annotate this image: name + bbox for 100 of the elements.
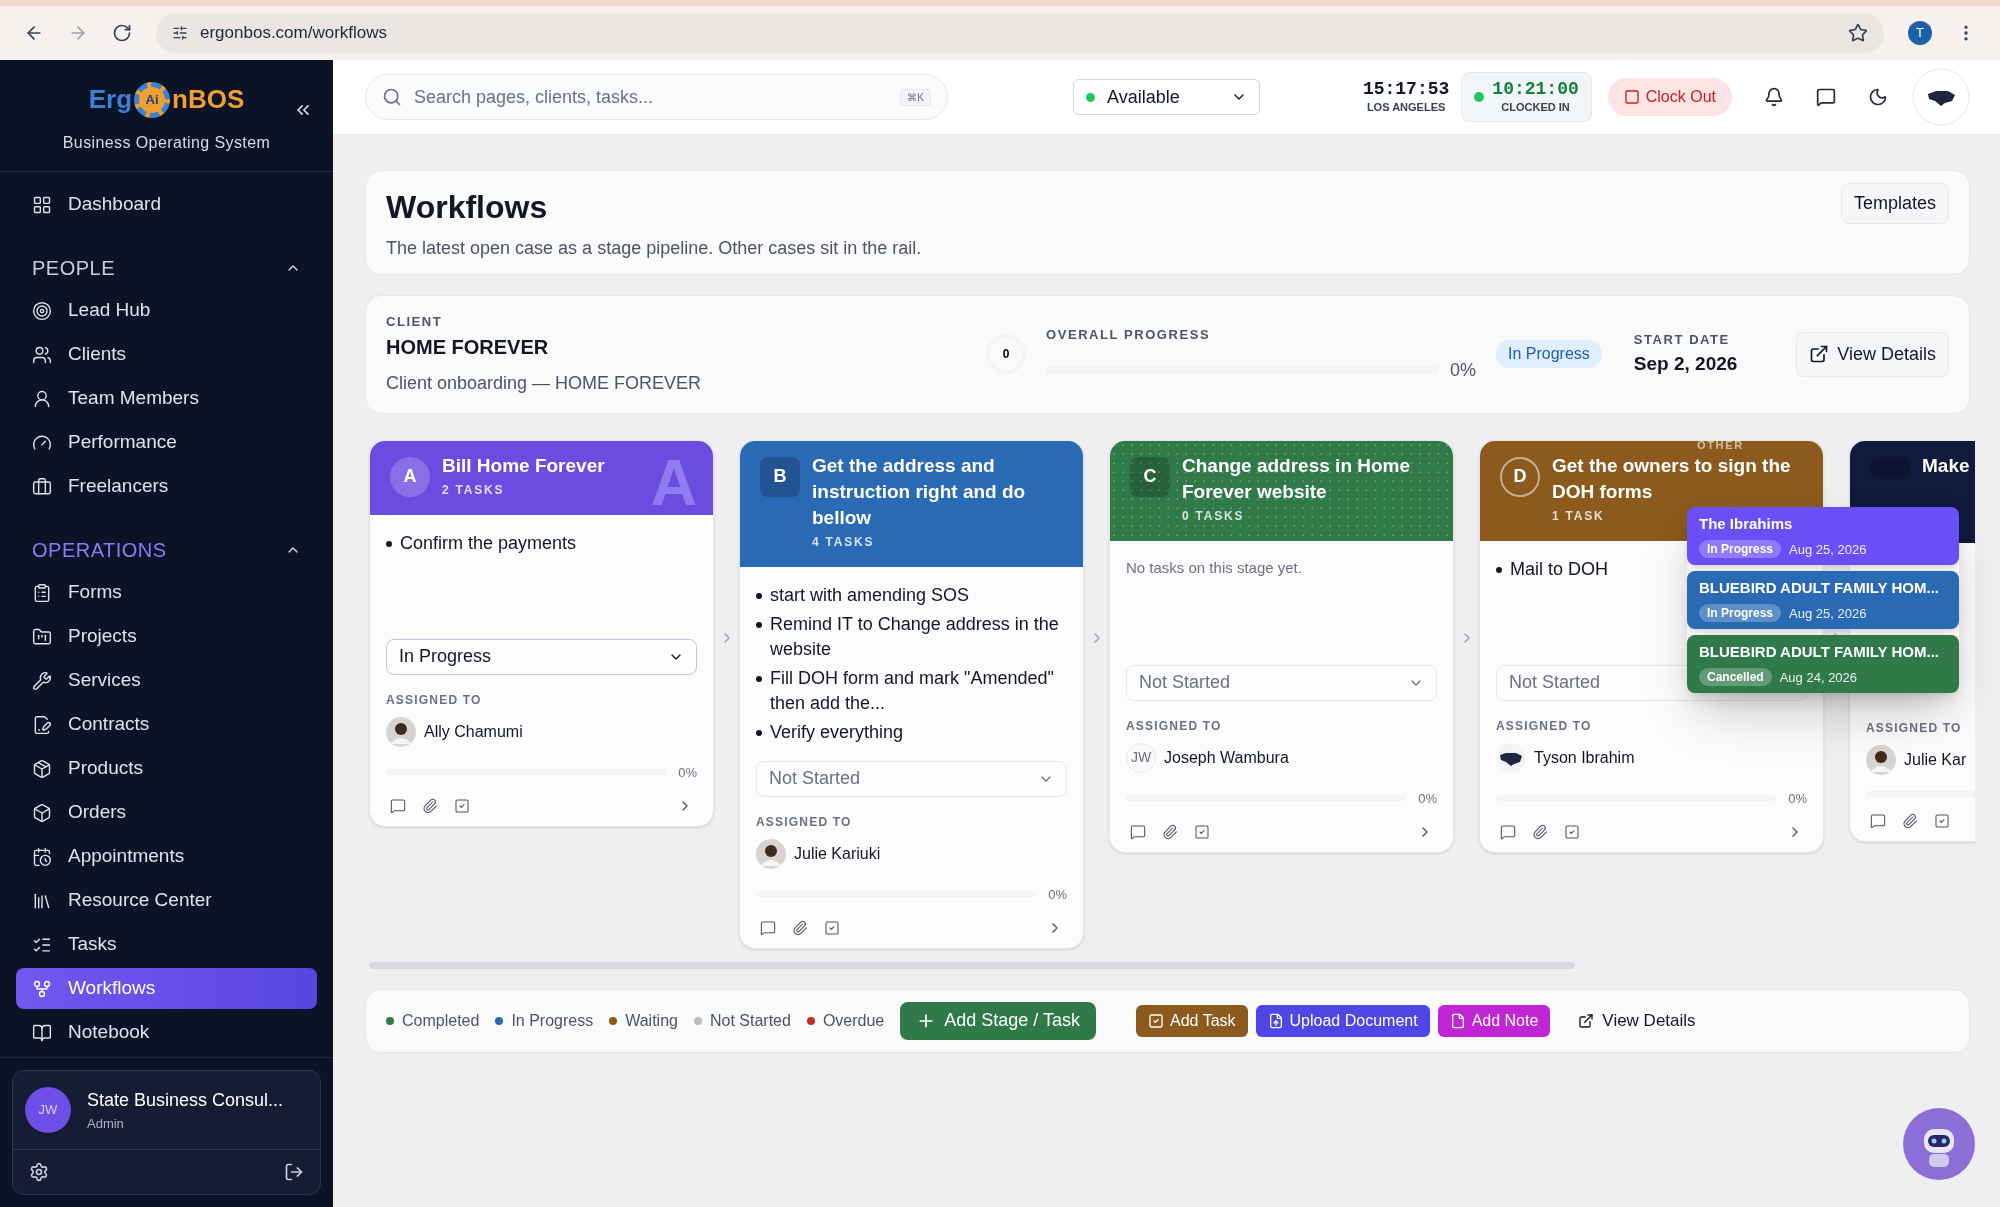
sidebar-item[interactable]: Tasks xyxy=(16,924,317,965)
user-avatar[interactable]: JW xyxy=(25,1086,71,1133)
sidebar-item[interactable]: Projects xyxy=(16,616,317,657)
address-bar[interactable]: ergonbos.com/workflows xyxy=(156,13,1884,53)
settings-icon[interactable] xyxy=(29,1162,49,1182)
timer-label: CLOCKED IN xyxy=(1501,99,1570,115)
task-item[interactable]: Remind IT to Change address in the website xyxy=(770,611,1067,662)
status-select[interactable]: In Progress xyxy=(386,638,697,675)
comment-icon xyxy=(1500,824,1516,840)
sidebar-item[interactable]: Lead Hub xyxy=(16,290,317,331)
profile-avatar[interactable]: T xyxy=(1908,21,1932,45)
status-select[interactable]: Not Started xyxy=(1126,664,1437,701)
nav-icon xyxy=(32,300,52,321)
legend-label: In Progress xyxy=(511,1010,594,1031)
checkbox-icon xyxy=(1194,824,1210,840)
stage-letter: A xyxy=(390,456,430,497)
sidebar-item[interactable]: Team Members xyxy=(16,378,317,419)
paperclip-icon xyxy=(792,920,808,936)
task-item[interactable]: Confirm the payments xyxy=(400,530,577,556)
message-icon[interactable] xyxy=(1816,87,1836,107)
assigned-label: ASSIGNED TO xyxy=(386,691,483,709)
stage-letter: C xyxy=(1130,456,1170,497)
assigned-label: ASSIGNED TO xyxy=(1126,717,1223,735)
case-card[interactable]: The Ibrahims In Progress Aug 25, 2026 xyxy=(1687,507,1959,565)
action-button[interactable]: Add Task xyxy=(1136,1004,1248,1037)
nav-icon xyxy=(32,582,52,603)
task-count: 2 TASKS xyxy=(442,481,505,499)
templates-button[interactable]: Templates xyxy=(1840,183,1949,224)
notification-icon[interactable] xyxy=(1764,87,1784,107)
sidebar-item[interactable]: Workflows xyxy=(16,968,317,1009)
sidebar-item[interactable]: Notebook xyxy=(16,1012,317,1053)
status-badge: In Progress xyxy=(1496,340,1602,369)
task-item[interactable]: Mail to DOH xyxy=(1510,556,1608,582)
section-header[interactable]: OPERATIONS xyxy=(16,535,317,565)
task-item[interactable]: Verify everything xyxy=(770,719,904,745)
comment-icon xyxy=(390,798,406,814)
case-card[interactable]: BLUEBIRD ADULT FAMILY HOM... In Progress Aug 25, 2026 xyxy=(1687,571,1959,629)
case-name: BLUEBIRD ADULT FAMILY HOM... xyxy=(1699,642,1940,662)
avatar-icon xyxy=(1866,744,1896,775)
url-text: ergonbos.com/workflows xyxy=(200,22,388,45)
assigned-label: ASSIGNED TO xyxy=(1496,717,1593,735)
avatar: JW xyxy=(1126,742,1156,773)
task-count: 0 TASKS xyxy=(1182,507,1245,525)
progress-percent: 0% xyxy=(1048,885,1067,904)
sidebar-item[interactable]: Dashboard xyxy=(16,184,317,225)
stage-letter: B xyxy=(760,456,800,497)
logo-text: Erg xyxy=(88,83,133,116)
view-details-button[interactable]: View Details xyxy=(1796,331,1949,377)
legend-label: Completed xyxy=(402,1010,480,1031)
avatar-icon xyxy=(756,838,786,869)
start-date: Sep 2, 2026 xyxy=(1633,351,1738,376)
sidebar-item[interactable]: Products xyxy=(16,748,317,789)
sidebar-item[interactable]: Resource Center xyxy=(16,880,317,921)
paperclip-icon xyxy=(1532,824,1548,840)
assigned-label: ASSIGNED TO xyxy=(1866,719,1963,737)
sidebar-item[interactable]: Performance xyxy=(16,422,317,463)
add-stage-button[interactable]: Add Stage / Task xyxy=(900,1001,1097,1040)
case-card[interactable]: BLUEBIRD ADULT FAMILY HOM... Cancelled Aug 24, 2026 xyxy=(1687,635,1959,693)
sidebar-item[interactable]: Services xyxy=(16,660,317,701)
sidebar-item[interactable]: Orders xyxy=(16,792,317,833)
action-icon xyxy=(1148,1012,1165,1029)
logout-icon[interactable] xyxy=(284,1162,304,1182)
sidebar-item[interactable]: Forms xyxy=(16,572,317,613)
sidebar-item[interactable]: Clients xyxy=(16,334,317,375)
sidebar-item[interactable]: Contracts xyxy=(16,704,317,745)
case-status: In Progress xyxy=(1699,604,1782,623)
nav-icon xyxy=(32,476,52,497)
account-avatar-icon[interactable] xyxy=(1912,68,1970,126)
reload-icon[interactable] xyxy=(112,23,132,43)
sidebar-item[interactable]: Appointments xyxy=(16,836,317,877)
bullet-icon xyxy=(756,621,762,628)
action-button[interactable]: Upload Document xyxy=(1255,1004,1430,1037)
comment-icon xyxy=(1870,812,1886,829)
section-header[interactable]: PEOPLE xyxy=(16,253,317,283)
timer-value: 10:21:00 xyxy=(1492,78,1579,99)
progress-percent: 0% xyxy=(1450,358,1476,382)
bullet-icon xyxy=(756,592,762,599)
nav-icon xyxy=(32,626,52,647)
case-status: Cancelled xyxy=(1699,668,1772,687)
nav-icon xyxy=(32,846,52,867)
clock-out-button[interactable]: Clock Out xyxy=(1607,78,1732,116)
task-item[interactable]: Fill DOH form and mark "Amended" then add the... xyxy=(770,665,1067,716)
task-item[interactable]: start with amending SOS xyxy=(770,582,970,608)
view-details-link[interactable]: View Details xyxy=(1578,1007,1696,1034)
availability-select[interactable]: Available xyxy=(1073,79,1260,115)
case-date: Aug 25, 2026 xyxy=(1789,540,1867,559)
checkbox-icon xyxy=(824,920,840,936)
sidebar-item[interactable]: Freelancers xyxy=(16,466,317,507)
legend-label: Overdue xyxy=(822,1010,885,1031)
chatbot-button[interactable] xyxy=(1902,1107,1976,1181)
status-select[interactable]: Not Started xyxy=(756,760,1067,797)
case-status: In Progress xyxy=(1699,540,1782,559)
search-field[interactable]: Search pages, clients, tasks... ⌘K xyxy=(365,74,948,120)
nav-icon xyxy=(32,344,52,365)
comment-icon xyxy=(1130,824,1146,840)
bookmark-icon[interactable] xyxy=(1848,23,1868,43)
action-button[interactable]: Add Note xyxy=(1437,1004,1551,1037)
checkbox-icon xyxy=(1934,812,1950,829)
theme-icon[interactable] xyxy=(1868,87,1888,107)
logo-text: nBOS xyxy=(172,83,245,116)
